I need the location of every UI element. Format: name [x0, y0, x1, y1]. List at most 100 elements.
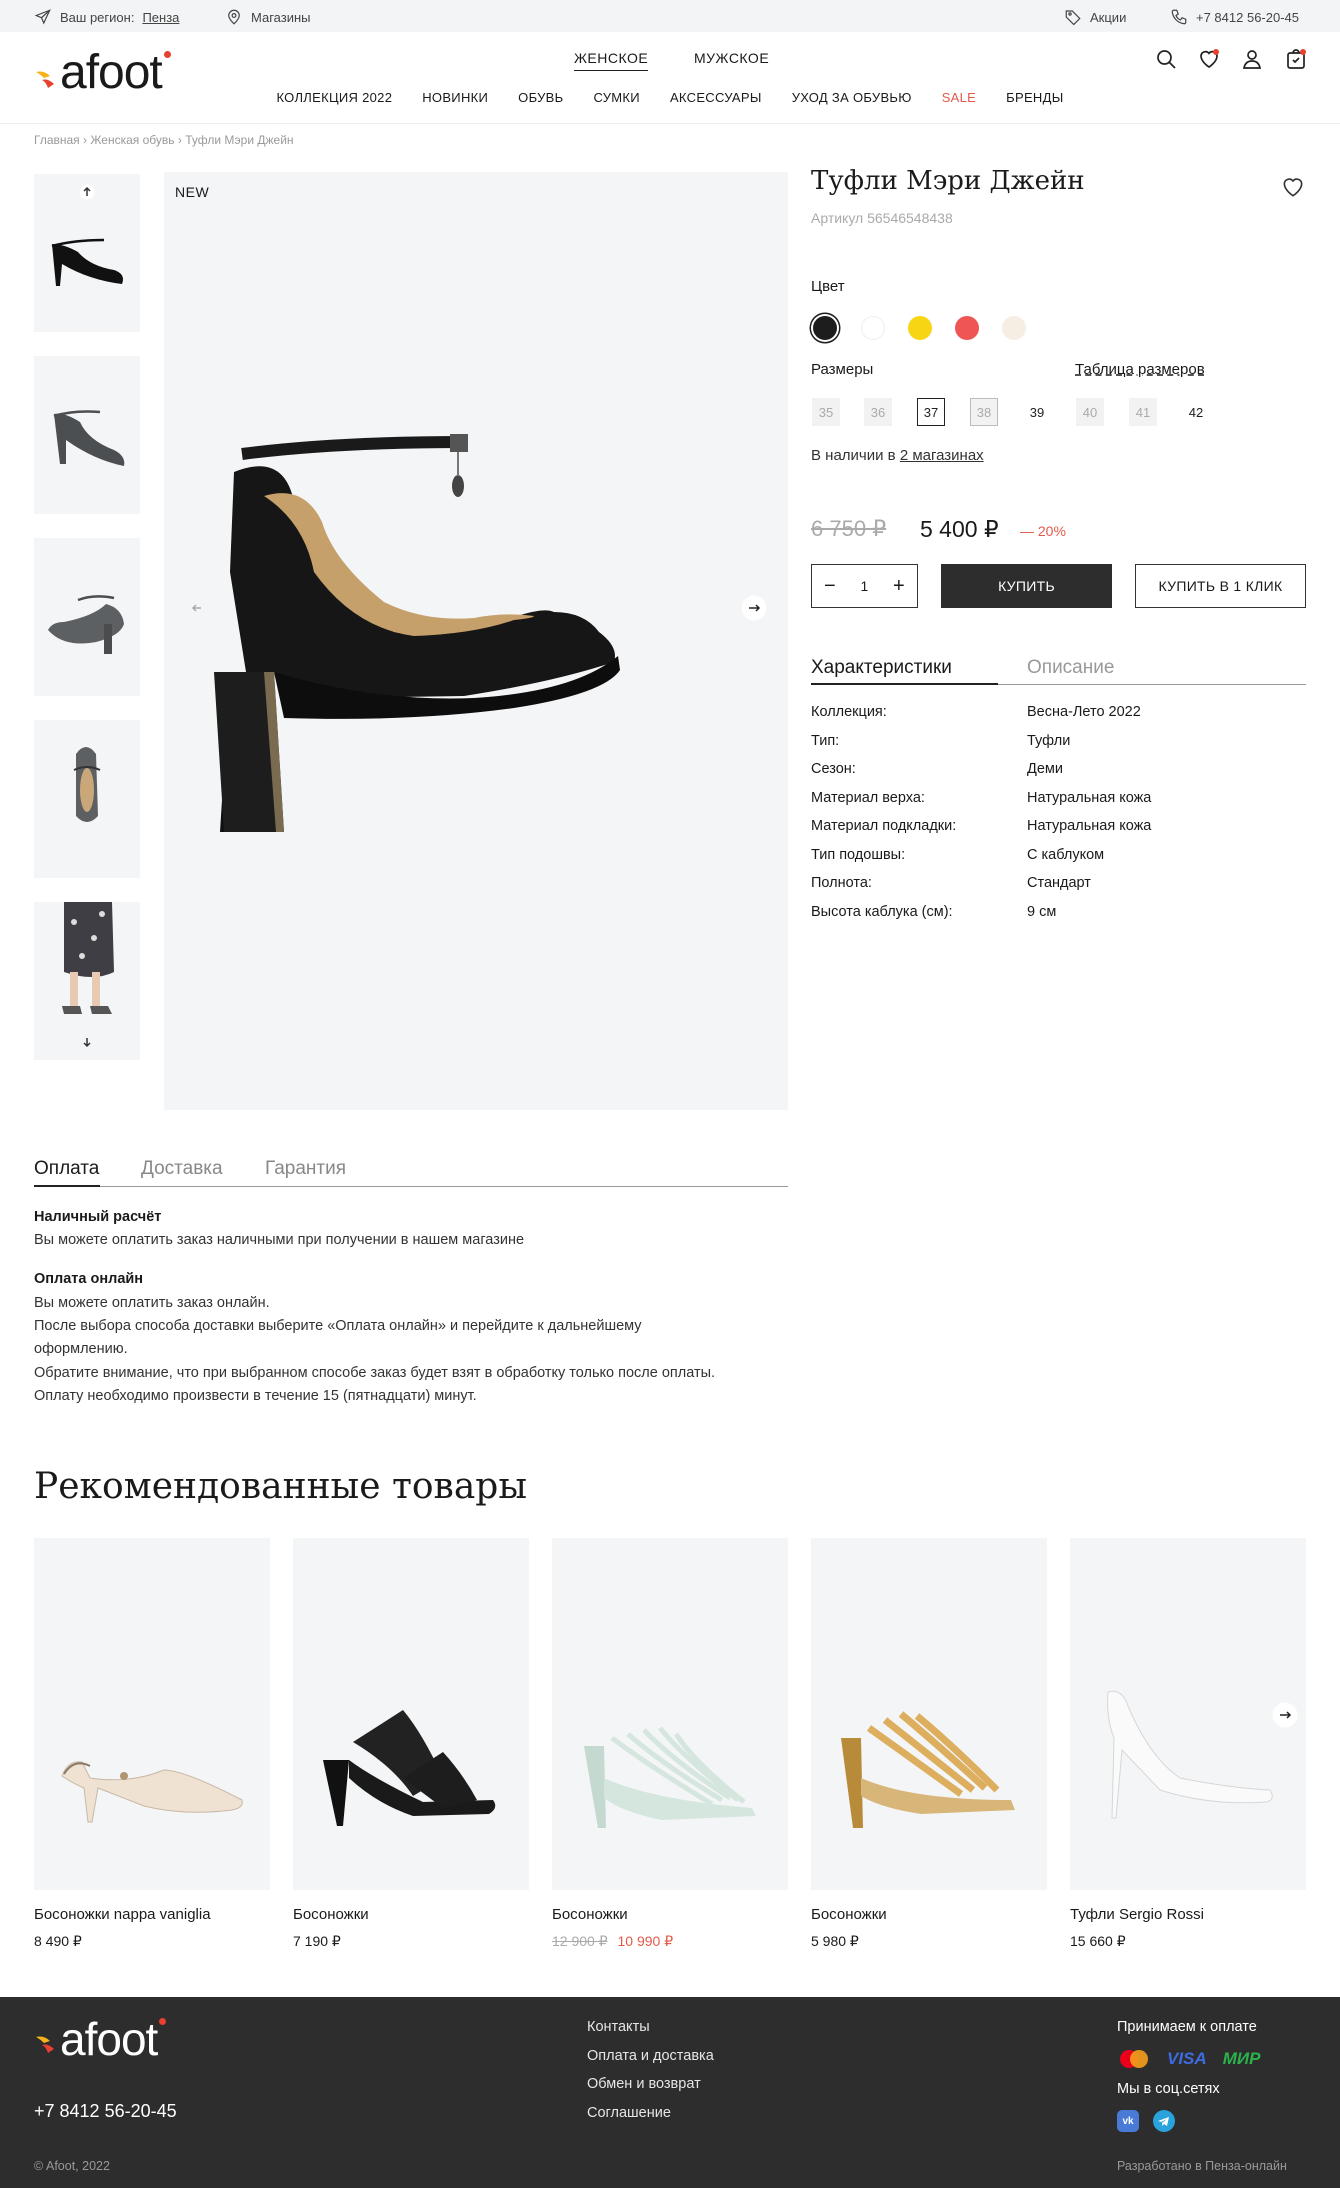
size-option[interactable]: 35 [812, 398, 840, 426]
tab-characteristics[interactable]: Характеристики [811, 657, 952, 679]
arrow-right-icon[interactable] [741, 595, 767, 621]
cart-icon[interactable] [1284, 47, 1308, 71]
main-product-image: NEW [164, 172, 788, 1110]
tab-men[interactable]: МУЖСКОЕ [694, 50, 769, 66]
payment-methods: VISA МИР [1117, 2049, 1260, 2069]
menu-item-brands[interactable]: БРЕНДЫ [1006, 90, 1063, 105]
footer-logo[interactable]: afoot [34, 2016, 167, 2062]
size-option[interactable]: 38 [970, 398, 998, 426]
payment-tabs-divider [34, 1186, 788, 1187]
size-option[interactable]: 42 [1182, 398, 1210, 426]
thumbnail-5[interactable] [34, 902, 140, 1060]
product-card[interactable]: Босоножки 7 190 ₽ [293, 1538, 529, 1950]
arrow-down-icon[interactable] [79, 1034, 95, 1050]
product-card-name: Босоножки [811, 1906, 887, 1923]
menu-item-new[interactable]: НОВИНКИ [422, 90, 488, 105]
search-icon[interactable] [1154, 47, 1178, 71]
thumbnail-2[interactable] [34, 356, 140, 514]
footer-phone[interactable]: +7 8412 56-20-45 [34, 2101, 177, 2122]
thumbnail-3[interactable] [34, 538, 140, 696]
product-card-name: Босоножки [293, 1906, 369, 1923]
tab-women[interactable]: ЖЕНСКОЕ [574, 50, 649, 71]
region-label: Ваш регион: [60, 9, 135, 25]
thumbnail-4[interactable] [34, 720, 140, 878]
strappy-sandal-image [584, 1726, 756, 1828]
favorite-heart-icon[interactable] [1280, 174, 1306, 200]
minus-icon[interactable]: − [824, 575, 836, 598]
menu-item-collection[interactable]: КОЛЛЕКЦИЯ 2022 [276, 90, 392, 105]
region-selector[interactable]: Ваш регион: Пенза [34, 8, 179, 26]
product-card[interactable]: Босоножки 5 980 ₽ [811, 1538, 1047, 1950]
size-option-selected[interactable]: 37 [917, 398, 945, 426]
spec-key: Тип: [811, 733, 840, 749]
online-text-line: оформлению. [34, 1341, 128, 1357]
thumbnail-1[interactable] [34, 174, 140, 332]
stores-label: Магазины [251, 9, 311, 25]
sizes-label: Размеры [811, 361, 874, 378]
size-option[interactable]: 40 [1076, 398, 1104, 426]
size-table-link[interactable]: Таблица размеров [1075, 361, 1205, 378]
buy-button[interactable]: КУПИТЬ [941, 564, 1112, 608]
product-card-price: 5 980 ₽ [811, 1933, 859, 1949]
menu-item-bags[interactable]: СУМКИ [593, 90, 639, 105]
footer-link-agreement[interactable]: Соглашение [587, 2105, 671, 2121]
product-card[interactable]: Босоножки nappa vaniglia 8 490 ₽ [34, 1538, 270, 1950]
menu-item-sale[interactable]: SALE [942, 90, 976, 105]
tab-warranty[interactable]: Гарантия [265, 1158, 346, 1180]
online-text-line: Оплату необходимо произвести в течение 1… [34, 1388, 477, 1404]
online-text-line: Обратите внимание, что при выбранном спо… [34, 1365, 716, 1381]
vk-icon[interactable]: vk [1117, 2110, 1139, 2132]
region-value[interactable]: Пенза [142, 10, 179, 25]
tab-description[interactable]: Описание [1027, 657, 1114, 679]
developer-credit[interactable]: Разработано в Пенза-онлайн [1117, 2159, 1287, 2173]
favorites-icon[interactable] [1197, 47, 1221, 71]
phone-label: +7 8412 56-20-45 [1196, 9, 1300, 25]
color-swatch-white[interactable] [861, 316, 885, 340]
breadcrumb-home[interactable]: Главная [34, 133, 80, 147]
product-card-price-block: 12 900 ₽ 10 990 ₽ [552, 1933, 788, 1950]
spec-key: Высота каблука (см): [811, 904, 953, 920]
color-swatch-black[interactable] [813, 316, 837, 340]
social-label: Мы в соц.сетях [1117, 2081, 1220, 2097]
size-option[interactable]: 39 [1023, 398, 1051, 426]
product-card-name: Босоножки nappa vaniglia [34, 1906, 211, 1923]
arrow-right-icon[interactable] [1272, 1702, 1298, 1728]
tab-payment[interactable]: Оплата [34, 1158, 99, 1180]
product-card-image [34, 1538, 270, 1890]
arrow-up-icon[interactable] [79, 184, 95, 200]
breadcrumb-current: Туфли Мэри Джейн [185, 133, 294, 147]
product-card[interactable]: Туфли Sergio Rossi 15 660 ₽ [1070, 1538, 1306, 1950]
promos-link[interactable]: Акции [1064, 8, 1126, 26]
color-swatch-red[interactable] [955, 316, 979, 340]
color-swatch-beige[interactable] [1002, 316, 1026, 340]
breadcrumb-women-shoes[interactable]: Женская обувь [90, 133, 174, 147]
availability-stores-link[interactable]: 2 магазинах [900, 447, 984, 464]
logo-dot [159, 2018, 167, 2025]
spec-value: Стандарт [1027, 875, 1091, 891]
product-card-name: Босоножки [552, 1906, 628, 1923]
discount-badge: — 20% [1020, 523, 1066, 539]
tab-delivery[interactable]: Доставка [141, 1158, 223, 1180]
menu-item-shoes[interactable]: ОБУВЬ [518, 90, 563, 105]
size-option[interactable]: 41 [1129, 398, 1157, 426]
menu-item-accessories[interactable]: АКСЕССУАРЫ [670, 90, 762, 105]
color-swatch-yellow[interactable] [908, 316, 932, 340]
quantity-value[interactable]: 1 [860, 578, 868, 594]
product-title: Туфли Мэри Джейн [811, 166, 1085, 196]
menu-item-care[interactable]: УХОД ЗА ОБУВЬЮ [792, 90, 912, 105]
stores-link[interactable]: Магазины [225, 8, 311, 26]
user-icon[interactable] [1240, 47, 1264, 71]
footer-link-contacts[interactable]: Контакты [587, 2019, 650, 2035]
arrow-left-icon[interactable] [189, 600, 205, 616]
phone-link[interactable]: +7 8412 56-20-45 [1170, 8, 1299, 26]
quantity-stepper[interactable]: − 1 + [811, 564, 918, 608]
plus-icon[interactable]: + [893, 575, 905, 598]
product-card[interactable]: Босоножки 12 900 ₽ 10 990 ₽ [552, 1538, 788, 1950]
spec-value: Натуральная кожа [1027, 790, 1152, 806]
size-option[interactable]: 36 [864, 398, 892, 426]
footer-link-returns[interactable]: Обмен и возврат [587, 2076, 701, 2092]
footer-link-payment-delivery[interactable]: Оплата и доставка [587, 2048, 714, 2064]
buy-one-click-button[interactable]: КУПИТЬ В 1 КЛИК [1135, 564, 1306, 608]
telegram-icon[interactable] [1153, 2110, 1175, 2132]
availability: В наличии в 2 магазинах [811, 447, 984, 464]
